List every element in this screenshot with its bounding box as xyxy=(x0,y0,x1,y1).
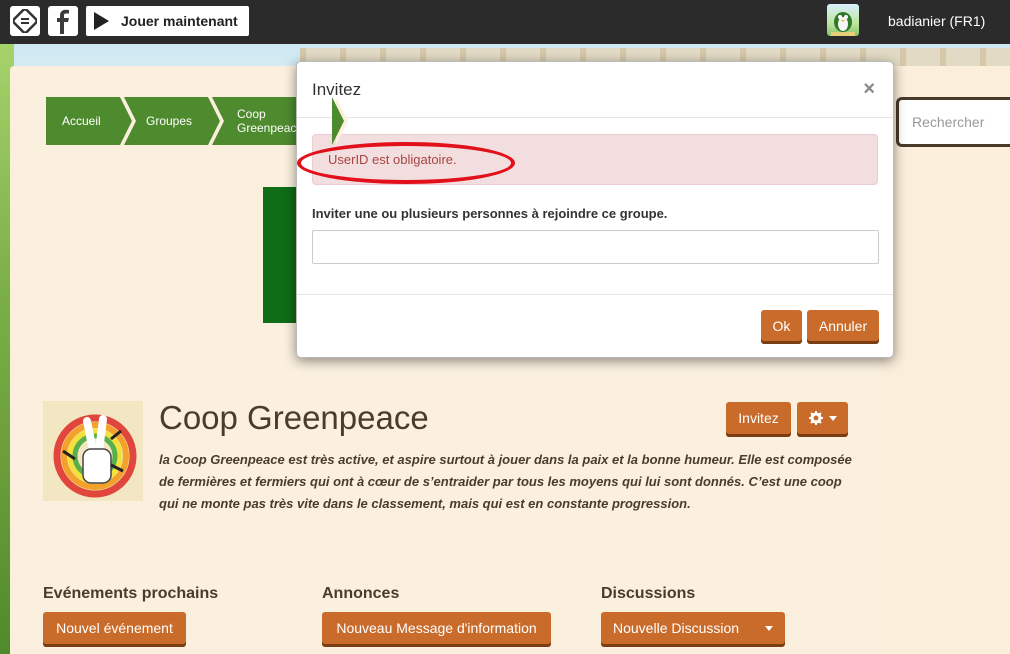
group-title: Coop Greenpeace xyxy=(159,399,429,436)
play-now-button[interactable]: Jouer maintenant xyxy=(86,6,249,36)
username-label[interactable]: badianier (FR1) xyxy=(888,13,985,29)
cancel-button[interactable]: Annuler xyxy=(807,310,879,341)
user-avatar[interactable] xyxy=(827,4,859,36)
group-logo-image xyxy=(43,401,143,501)
new-discussion-label: Nouvelle Discussion xyxy=(613,620,740,636)
top-navigation-bar: Jouer maintenant badianier (FR1) xyxy=(0,0,1010,44)
chevron-down-icon xyxy=(828,415,837,421)
invite-button[interactable]: Invitez xyxy=(726,402,791,434)
modal-divider xyxy=(297,117,893,118)
invite-button-label: Invitez xyxy=(738,410,779,426)
supercell-logo-icon[interactable] xyxy=(10,6,40,36)
search-input[interactable]: Rechercher xyxy=(896,97,1010,147)
play-icon xyxy=(94,12,109,30)
breadcrumb-home[interactable]: Accueil xyxy=(46,97,136,145)
new-event-label: Nouvel événement xyxy=(56,620,173,636)
facebook-icon[interactable] xyxy=(48,6,78,36)
breadcrumb-groups[interactable]: Groupes xyxy=(124,97,224,145)
ok-button-label: Ok xyxy=(772,317,791,334)
annotation-ellipse xyxy=(297,142,515,184)
close-icon[interactable]: × xyxy=(863,78,875,101)
section-discussions-title: Discussions xyxy=(601,585,696,602)
invite-label: Inviter une ou plusieurs personnes à rej… xyxy=(312,206,668,221)
group-description: la Coop Greenpeace est très active, et a… xyxy=(159,452,852,511)
new-announcement-label: Nouveau Message d'information xyxy=(336,620,537,636)
modal-divider xyxy=(297,294,893,295)
breadcrumb-groups-label: Groupes xyxy=(146,114,193,128)
new-event-button[interactable]: Nouvel événement xyxy=(43,612,186,644)
cancel-button-label: Annuler xyxy=(818,317,868,334)
gear-icon xyxy=(808,411,823,425)
play-now-label: Jouer maintenant xyxy=(121,13,238,29)
section-events-title: Evénements prochains xyxy=(43,585,219,602)
invite-modal: Invitez × UserID est obligatoire. Invite… xyxy=(296,61,894,358)
ok-button[interactable]: Ok xyxy=(761,310,802,341)
new-discussion-button[interactable]: Nouvelle Discussion xyxy=(601,612,785,644)
settings-dropdown-button[interactable] xyxy=(797,402,848,434)
section-announcements-title: Annonces xyxy=(322,585,400,602)
new-announcement-button[interactable]: Nouveau Message d'information xyxy=(322,612,551,644)
chevron-down-icon[interactable] xyxy=(765,626,773,631)
invite-user-input[interactable] xyxy=(312,230,879,264)
breadcrumb-home-label: Accueil xyxy=(62,114,101,128)
